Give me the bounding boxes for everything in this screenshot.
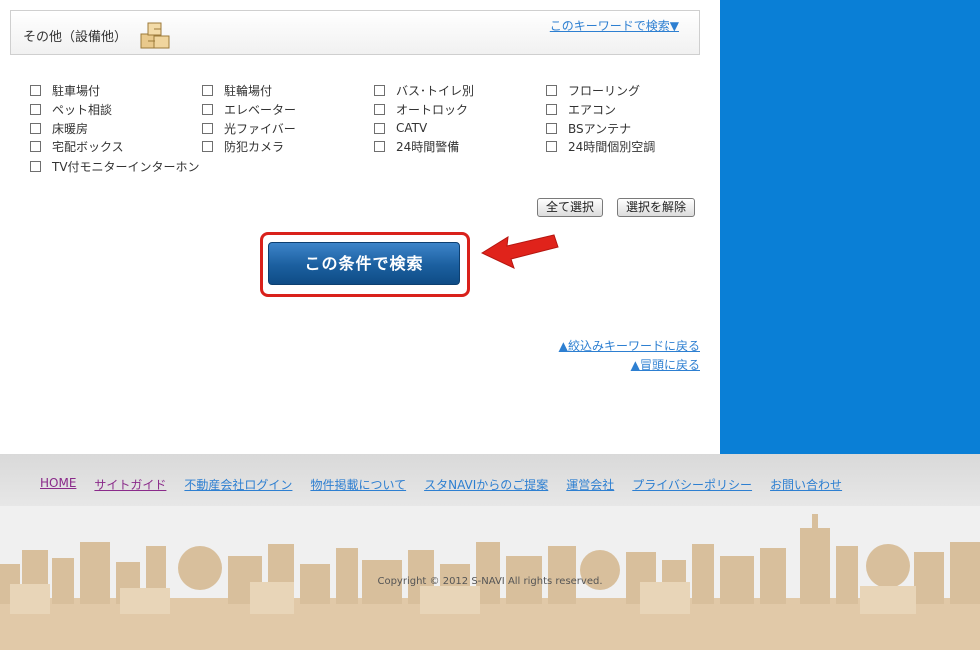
option-24h-aircon[interactable]: 24時間個別空調 (546, 138, 655, 154)
checkbox[interactable] (202, 103, 213, 115)
footer-link-contact[interactable]: お問い合わせ (770, 476, 842, 493)
option-bicycle-parking[interactable]: 駐輪場付 (202, 82, 272, 98)
section-header: その他（設備他） このキーワードで検索▼ (10, 10, 700, 55)
footer-link-listing-info[interactable]: 物件掲載について (310, 476, 406, 493)
checkbox[interactable] (30, 140, 41, 152)
clear-selection-button[interactable]: 選択を解除 (617, 198, 696, 217)
footer-link-proposal[interactable]: スタNAVIからのご提案 (424, 476, 548, 493)
footer-link-company[interactable]: 運営会社 (566, 476, 614, 493)
boxes-icon (140, 22, 170, 49)
option-security-camera[interactable]: 防犯カメラ (202, 138, 284, 154)
option-floor-heating[interactable]: 床暖房 (30, 120, 88, 136)
keyword-search-link[interactable]: このキーワードで検索▼ (550, 17, 679, 34)
checkbox[interactable] (546, 84, 557, 96)
search-button-highlight: この条件で検索 (260, 232, 470, 297)
checkbox[interactable] (30, 84, 41, 96)
checkbox[interactable] (546, 103, 557, 115)
footer-link-realtor-login[interactable]: 不動産会社ログイン (184, 476, 292, 493)
back-to-top-link[interactable]: ▲冒頭に戻る (631, 356, 700, 373)
red-arrow-icon (480, 234, 559, 269)
checkbox[interactable] (30, 103, 41, 115)
checkbox[interactable] (546, 122, 557, 134)
checkbox[interactable] (546, 140, 557, 152)
copyright-text: Copyright © 2012 S-NAVI All rights reser… (377, 576, 603, 587)
option-separate-bath[interactable]: バス･トイレ別 (374, 82, 474, 98)
footer-link-privacy[interactable]: プライバシーポリシー (632, 476, 752, 493)
section-title: その他（設備他） (23, 30, 128, 45)
checkbox[interactable] (30, 122, 41, 134)
footer-nav: HOME サイトガイド 不動産会社ログイン 物件掲載について スタNAVIからの… (0, 454, 980, 506)
checkbox[interactable] (374, 103, 385, 115)
checkbox[interactable] (202, 84, 213, 96)
select-all-button[interactable]: 全て選択 (537, 198, 604, 217)
right-blue-panel (720, 0, 980, 454)
checkbox[interactable] (202, 140, 213, 152)
footer-link-home[interactable]: HOME (40, 476, 76, 493)
option-flooring[interactable]: フローリング (546, 82, 640, 98)
option-24h-security[interactable]: 24時間警備 (374, 138, 459, 154)
option-aircon[interactable]: エアコン (546, 101, 616, 117)
option-fiber[interactable]: 光ファイバー (202, 120, 296, 136)
footer-bottom: Copyright © 2012 S-NAVI All rights reser… (0, 506, 980, 650)
option-elevator[interactable]: エレベーター (202, 101, 296, 117)
option-catv[interactable]: CATV (374, 120, 427, 136)
option-tv-intercom[interactable]: TV付モニターインターホン (30, 158, 200, 174)
back-to-keyword-link[interactable]: ▲絞込みキーワードに戻る (559, 337, 700, 354)
footer-link-site-guide[interactable]: サイトガイド (94, 476, 166, 493)
checkbox[interactable] (374, 140, 385, 152)
checkbox[interactable] (374, 84, 385, 96)
option-autolock[interactable]: オートロック (374, 101, 468, 117)
option-delivery-box[interactable]: 宅配ボックス (30, 138, 124, 154)
checkbox[interactable] (30, 160, 41, 172)
option-bs-antenna[interactable]: BSアンテナ (546, 120, 631, 136)
option-pets[interactable]: ペット相談 (30, 101, 112, 117)
option-parking[interactable]: 駐車場付 (30, 82, 100, 98)
checkbox[interactable] (202, 122, 213, 134)
checkbox[interactable] (374, 122, 385, 134)
search-button[interactable]: この条件で検索 (268, 242, 460, 285)
